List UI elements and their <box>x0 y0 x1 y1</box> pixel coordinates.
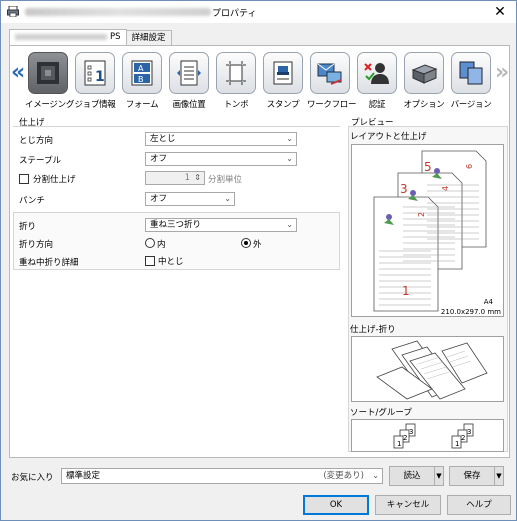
page-number-5: 5 <box>424 160 432 174</box>
fold-select[interactable]: 重ね三つ折り ⌄ <box>145 218 297 232</box>
scroll-right-button[interactable]: » <box>495 62 509 84</box>
page-number-2: 2 <box>417 212 426 217</box>
punch-label: パンチ <box>19 196 45 206</box>
center-staple-checkbox[interactable] <box>145 256 155 266</box>
job-info-icon: 1 <box>84 60 106 86</box>
collate-3a: 3 <box>409 428 413 436</box>
punch-select[interactable]: オフ ⌄ <box>145 192 235 206</box>
favorites-bar: お気に入り 標準設定 (変更あり) ⌄ 読込 ▼ 保存 ▼ <box>9 466 510 486</box>
page-number-3: 3 <box>400 182 408 196</box>
toolbar-job-info[interactable]: 1 ジョブ情報 <box>72 52 118 110</box>
printer-icon <box>7 6 19 17</box>
layout-preview-drawing: 1 3 5 2 4 6 A4 210.0x297.0 mm <box>373 150 501 316</box>
help-button[interactable]: ヘルプ <box>447 495 511 515</box>
divider <box>13 126 340 127</box>
binding-label: とじ方向 <box>19 136 54 146</box>
toolbar-version[interactable]: バージョン <box>448 52 494 110</box>
staple-select[interactable]: オフ ⌄ <box>145 152 297 166</box>
title-bar: プロパティ ✕ <box>1 1 516 23</box>
fold-label: 折り <box>19 222 37 232</box>
toolbar-workflow[interactable]: ワークフロー <box>307 52 357 110</box>
preview-group-label: プレビュー <box>351 118 394 128</box>
split-finishing-checkbox[interactable] <box>19 174 29 184</box>
stamp-icon <box>273 61 293 85</box>
load-button[interactable]: 読込 <box>389 466 435 486</box>
authentication-icon <box>364 63 389 84</box>
sort-group-preview-label: ソート/グループ <box>350 408 412 418</box>
fold-detail-label: 重ね中折り詳細 <box>19 258 79 268</box>
tab-panel: « » イメージング 1 ジョブ情報 AB フォーム 画像位置 トンボ スタンプ… <box>9 45 510 458</box>
chevron-down-icon: ⌄ <box>224 194 231 203</box>
svg-text:B: B <box>138 75 144 84</box>
tab-strip: PS 詳細設定 <box>9 29 172 46</box>
tab-advanced[interactable]: 詳細設定 <box>125 30 172 45</box>
crop-marks-icon <box>226 61 246 85</box>
favorites-select[interactable]: 標準設定 (変更あり) ⌄ <box>61 468 383 484</box>
svg-text:A: A <box>138 64 144 73</box>
collate-2a: 2 <box>403 434 407 442</box>
chevron-down-icon: ⌄ <box>286 154 293 163</box>
toolbar-form[interactable]: AB フォーム <box>119 52 165 110</box>
scroll-left-button[interactable]: « <box>11 62 25 84</box>
close-button[interactable]: ✕ <box>490 3 510 21</box>
chevron-down-icon: ⌄ <box>286 134 293 143</box>
favorites-changed-note: (変更あり) <box>323 471 364 481</box>
staple-label: ステープル <box>19 156 61 166</box>
toolbar-image-position[interactable]: 画像位置 <box>166 52 212 110</box>
svg-text:1: 1 <box>95 69 105 85</box>
collate-1b: 1 <box>455 440 459 448</box>
layout-preview: 1 3 5 2 4 6 A4 210.0x297.0 mm <box>351 144 504 317</box>
workflow-icon <box>317 63 342 85</box>
chevron-down-icon: ⌄ <box>372 471 379 480</box>
page-number-1: 1 <box>402 284 410 298</box>
fold-preview <box>351 336 504 402</box>
options-icon <box>411 64 438 84</box>
form-icon: AB <box>131 60 153 86</box>
tab-ps[interactable]: PS <box>9 29 127 46</box>
fold-outside-radio[interactable] <box>241 238 251 248</box>
split-finishing-label: 分割仕上げ <box>33 175 76 185</box>
paper-size-label: A4 <box>484 298 494 306</box>
layout-preview-label: レイアウトと仕上げ <box>350 132 427 142</box>
toolbar-imaging[interactable]: イメージング <box>25 52 74 110</box>
page-number-6: 6 <box>465 164 474 169</box>
fold-direction-label: 折り方向 <box>19 240 54 250</box>
ok-button[interactable]: OK <box>303 495 369 515</box>
version-icon <box>459 61 483 85</box>
collate-icon: 123 123 <box>393 423 474 449</box>
fold-inside-label: 内 <box>157 240 166 250</box>
favorites-label: お気に入り <box>11 473 54 483</box>
fold-outside-label: 外 <box>253 240 262 250</box>
save-dropdown-button[interactable]: ▼ <box>494 466 504 486</box>
window-title: プロパティ <box>212 9 257 19</box>
tab-name-redacted <box>15 33 107 40</box>
collate-1a: 1 <box>397 440 401 448</box>
tri-fold-icon <box>376 340 488 400</box>
page-number-4: 4 <box>441 186 450 191</box>
cancel-button[interactable]: キャンセル <box>375 495 441 515</box>
toolbar-authentication[interactable]: 認証 <box>354 52 400 110</box>
collate-3b: 3 <box>467 428 471 436</box>
load-dropdown-button[interactable]: ▼ <box>434 466 444 486</box>
image-position-icon <box>177 60 201 86</box>
imaging-icon <box>37 62 59 84</box>
collate-2b: 2 <box>461 434 465 442</box>
properties-dialog: プロパティ ✕ PS 詳細設定 « » イメージング 1 ジョブ情報 AB フォ… <box>0 0 517 521</box>
paper-dimensions: 210.0x297.0 mm <box>441 308 501 316</box>
center-staple-label: 中とじ <box>158 257 184 267</box>
split-unit-label: 分割単位 <box>208 175 243 185</box>
spin-icon: ⇕ <box>194 173 201 182</box>
sort-group-preview: 123 123 <box>351 419 504 452</box>
save-button[interactable]: 保存 <box>449 466 495 486</box>
chevron-down-icon: ⌄ <box>286 220 293 229</box>
fold-preview-label: 仕上げ-折り <box>350 325 396 335</box>
toolbar-stamp[interactable]: スタンプ <box>260 52 306 110</box>
toolbar-options[interactable]: オプション <box>401 52 447 110</box>
fold-inside-radio[interactable] <box>145 238 155 248</box>
category-toolbar: « » イメージング 1 ジョブ情報 AB フォーム 画像位置 トンボ スタンプ… <box>10 52 509 114</box>
split-count-stepper[interactable]: 1 ⇕ <box>145 171 205 185</box>
binding-select[interactable]: 左とじ ⌄ <box>145 132 297 146</box>
printer-name-redacted <box>25 8 211 16</box>
toolbar-crop-marks[interactable]: トンボ <box>213 52 259 110</box>
